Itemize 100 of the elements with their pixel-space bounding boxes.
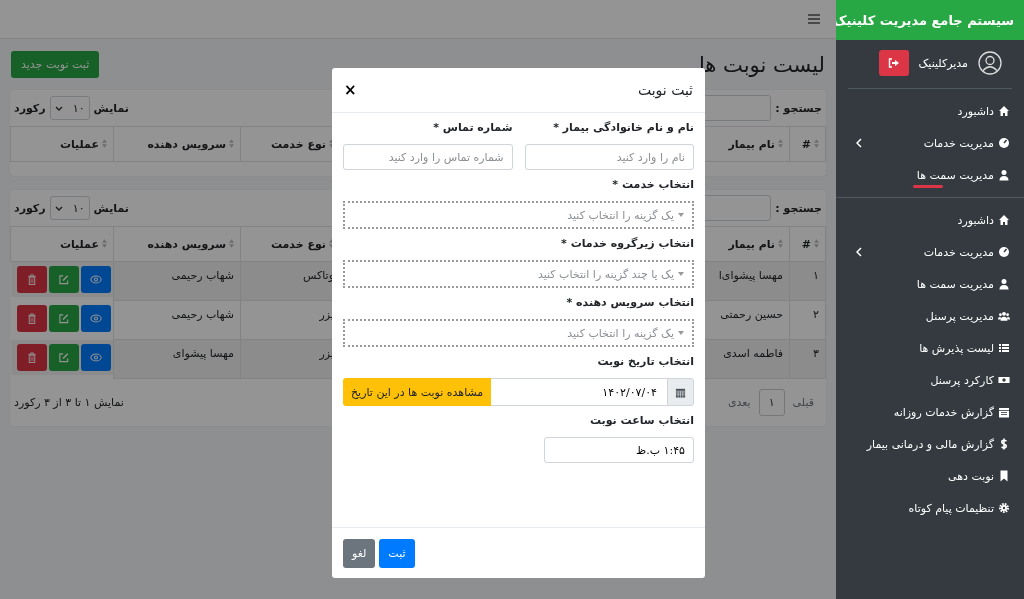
edit-icon[interactable] xyxy=(58,351,70,363)
table-cell: ۲ xyxy=(789,300,826,340)
edit-button[interactable] xyxy=(49,266,79,293)
page-number-button[interactable]: ۱ xyxy=(758,389,785,416)
menu-item[interactable]: مدیریت پرسنل xyxy=(842,300,1018,332)
cancel-button[interactable]: لغو xyxy=(343,538,376,568)
delete-button[interactable] xyxy=(17,266,47,293)
input-field[interactable]: نام را وارد کنید xyxy=(524,144,694,170)
menu-item[interactable]: مدیریت سمت ها xyxy=(842,268,1018,300)
submit-button[interactable]: ثبت xyxy=(379,538,415,568)
view-button[interactable] xyxy=(81,304,111,332)
column-header[interactable]: سرویس دهنده xyxy=(113,226,241,262)
edit-icon[interactable] xyxy=(58,312,70,324)
menu-item[interactable]: داشبورد xyxy=(842,95,1018,127)
menu-item[interactable]: گزارش مالی و درمانی بیمار xyxy=(842,428,1018,460)
page-size-select[interactable]: ۱۰ xyxy=(49,196,90,220)
menu-item[interactable]: گزارش خدمات روزانه xyxy=(842,396,1018,428)
table-cell: شهاب رحیمی xyxy=(113,300,241,340)
table-cell: شهاب رحیمی xyxy=(113,261,241,301)
sort-icon xyxy=(229,238,234,248)
records-label: رکورد xyxy=(14,201,46,215)
menu-item[interactable]: لیست پذیرش ها xyxy=(842,332,1018,364)
menu-item[interactable]: داشبورد xyxy=(842,204,1018,236)
column-header[interactable]: سرویس دهنده xyxy=(113,126,241,162)
view-appointments-button[interactable]: مشاهده نوبت ها در این تاریخ xyxy=(343,378,492,406)
chevron-down-icon[interactable] xyxy=(54,205,63,211)
column-header[interactable]: # xyxy=(789,226,826,262)
trash-icon[interactable] xyxy=(26,351,38,363)
search-label: جستجو : xyxy=(775,101,822,115)
menu-item[interactable]: مدیریت خدمات xyxy=(842,236,1018,268)
input-field[interactable]: شماره تماس را وارد کنید xyxy=(343,144,513,170)
trash-icon[interactable] xyxy=(26,312,38,324)
search-label: جستجو : xyxy=(775,201,822,215)
records-label: رکورد xyxy=(14,101,46,115)
users-icon xyxy=(998,310,1010,322)
trash-icon[interactable] xyxy=(26,274,38,285)
user-icon xyxy=(998,169,1010,181)
logout-button[interactable] xyxy=(878,50,909,76)
next-page-button[interactable]: بعدی xyxy=(719,392,759,413)
select-field[interactable]: یک گزینه را انتخاب کنید xyxy=(343,319,694,347)
column-header[interactable]: عملیات xyxy=(10,126,114,162)
sort-icon xyxy=(814,138,819,148)
date-field[interactable]: ۱۴۰۲/۰۷/۰۴ xyxy=(491,378,667,406)
column-header[interactable]: # xyxy=(789,126,826,162)
banknote-icon xyxy=(998,374,1010,386)
table-cell: ۱ xyxy=(789,261,826,301)
bookmark-icon xyxy=(998,470,1010,482)
list-icon xyxy=(998,342,1010,354)
chevron-down-icon[interactable] xyxy=(54,105,63,111)
field-label: انتخاب زیرگروه خدمات * xyxy=(560,237,694,250)
brand-title: سیستم جامع مدیریت کلینیک xyxy=(836,0,1024,40)
edit-button[interactable] xyxy=(49,343,79,371)
delete-button[interactable] xyxy=(17,304,47,332)
sort-icon xyxy=(229,138,234,148)
time-field[interactable]: ۱:۴۵ ب.ظ xyxy=(544,437,694,463)
caret-icon[interactable] xyxy=(678,213,684,217)
sort-icon xyxy=(329,238,334,248)
table-cell: مهسا پیشوای xyxy=(113,339,241,379)
edit-icon[interactable] xyxy=(58,274,70,285)
sort-icon xyxy=(102,138,107,148)
eye-icon[interactable] xyxy=(90,351,102,363)
field-label: انتخاب خدمت * xyxy=(611,178,694,191)
view-button[interactable] xyxy=(81,343,111,371)
user-icon xyxy=(998,278,1010,290)
user-name: مدیرکلینیک xyxy=(918,56,968,70)
eye-icon[interactable] xyxy=(90,312,102,324)
home-icon xyxy=(998,214,1010,226)
sort-icon xyxy=(102,238,107,248)
caret-icon[interactable] xyxy=(678,331,684,335)
table-cell: ۳ xyxy=(789,339,826,379)
menu-icon[interactable] xyxy=(808,14,820,24)
menu-item[interactable]: کارکرد پرسنل xyxy=(842,364,1018,396)
chevron-icon xyxy=(856,138,862,148)
eye-icon[interactable] xyxy=(90,274,102,285)
chevron-icon xyxy=(856,247,862,257)
gauge-icon xyxy=(998,246,1010,258)
dialog-title: ثبت نوبت xyxy=(637,82,693,98)
close-button[interactable]: × xyxy=(344,81,357,99)
settings-icon xyxy=(998,502,1010,514)
view-button[interactable] xyxy=(81,266,111,293)
delete-button[interactable] xyxy=(17,343,47,371)
caret-icon[interactable] xyxy=(678,272,684,276)
sort-icon xyxy=(778,138,783,148)
calendar-icon[interactable] xyxy=(675,386,686,398)
calendar-icon xyxy=(998,406,1010,418)
menu-item[interactable]: مدیریت سمت ها xyxy=(842,159,1018,191)
field-label: انتخاب تاریخ نوبت xyxy=(596,355,694,368)
previous-page-button[interactable]: قبلی xyxy=(784,392,822,413)
edit-button[interactable] xyxy=(49,304,79,332)
page-size-select[interactable]: ۱۰ xyxy=(49,96,90,120)
select-field[interactable]: یک گزینه را انتخاب کنید xyxy=(343,201,694,229)
sort-icon xyxy=(778,238,783,248)
show-label: نمایش xyxy=(93,101,129,115)
select-field[interactable]: یک یا چند گزینه را انتخاب کنید xyxy=(343,260,694,288)
field-label: شماره تماس * xyxy=(432,121,513,134)
menu-item[interactable]: نوبت دهی xyxy=(842,460,1018,492)
menu-item[interactable]: مدیریت خدمات xyxy=(842,127,1018,159)
menu-item[interactable]: تنظیمات پیام کوتاه xyxy=(842,492,1018,524)
logout-icon[interactable] xyxy=(887,58,900,68)
column-header[interactable]: عملیات xyxy=(10,226,114,262)
